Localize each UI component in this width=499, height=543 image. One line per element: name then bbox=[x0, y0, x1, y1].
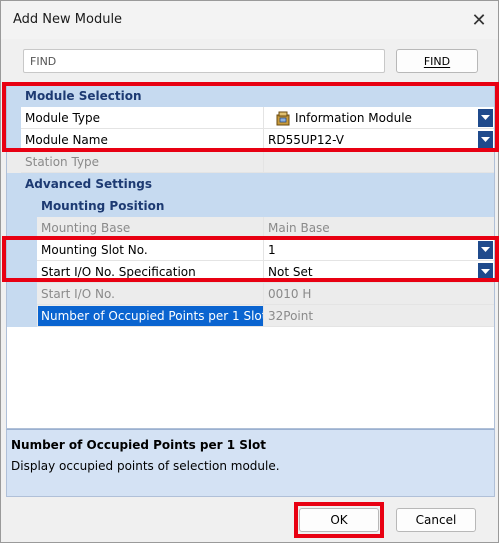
find-button[interactable]: FIND bbox=[396, 49, 478, 73]
property-value: RD55UP12-V bbox=[268, 133, 344, 147]
module-icon bbox=[276, 111, 290, 126]
category-label: Mounting Position bbox=[41, 199, 165, 213]
property-value: Main Base bbox=[268, 221, 330, 235]
property-value: Information Module bbox=[295, 111, 412, 125]
description-text: Display occupied points of selection mod… bbox=[11, 459, 280, 473]
row-station-type: Station Type bbox=[7, 151, 494, 173]
property-label: Start I/O No. Specification bbox=[41, 265, 196, 279]
close-icon[interactable]: ✕ bbox=[466, 7, 492, 33]
description-panel: Number of Occupied Points per 1 Slot Dis… bbox=[6, 429, 495, 497]
title-bar: Add New Module ✕ bbox=[1, 1, 498, 39]
property-label: Mounting Base bbox=[41, 221, 131, 235]
chevron-down-icon[interactable] bbox=[478, 263, 493, 281]
row-module-name[interactable]: Module Name RD55UP12-V bbox=[7, 129, 494, 151]
indent-margin bbox=[7, 261, 37, 283]
row-module-type[interactable]: Module Type Information Module bbox=[7, 107, 494, 129]
ok-button[interactable]: OK bbox=[299, 508, 379, 532]
indent-margin bbox=[7, 239, 37, 261]
category-label: Module Selection bbox=[25, 89, 142, 103]
category-module-selection[interactable]: Module Selection bbox=[7, 85, 494, 107]
indent-margin bbox=[7, 151, 21, 173]
description-title: Number of Occupied Points per 1 Slot bbox=[11, 438, 266, 452]
property-value: 1 bbox=[268, 243, 276, 257]
row-mounting-slot[interactable]: Mounting Slot No. 1 bbox=[7, 239, 494, 261]
property-value: 0010 H bbox=[268, 287, 312, 301]
property-grid: Module Selection Module Type Information… bbox=[6, 84, 495, 429]
property-label: Station Type bbox=[25, 155, 100, 169]
indent-margin bbox=[7, 217, 37, 239]
indent-margin bbox=[7, 283, 37, 305]
row-occupied-points[interactable]: Number of Occupied Points per 1 Slot 32P… bbox=[7, 305, 494, 327]
indent-margin bbox=[7, 305, 37, 327]
value-background bbox=[263, 239, 494, 261]
chevron-down-icon[interactable] bbox=[478, 131, 493, 149]
category-mounting-position[interactable]: Mounting Position bbox=[7, 195, 494, 217]
category-label: Advanced Settings bbox=[25, 177, 153, 191]
property-label-selected: Number of Occupied Points per 1 Slot bbox=[38, 306, 263, 326]
property-value: Not Set bbox=[268, 265, 313, 279]
chevron-down-icon[interactable] bbox=[478, 109, 493, 127]
indent-margin bbox=[7, 129, 21, 151]
cancel-button[interactable]: Cancel bbox=[396, 508, 476, 532]
indent-margin bbox=[7, 107, 21, 129]
property-label: Module Type bbox=[25, 111, 101, 125]
chevron-down-icon[interactable] bbox=[478, 241, 493, 259]
row-start-io-spec[interactable]: Start I/O No. Specification Not Set bbox=[7, 261, 494, 283]
find-input[interactable] bbox=[23, 49, 385, 73]
property-label: Start I/O No. bbox=[41, 287, 115, 301]
row-start-io: Start I/O No. 0010 H bbox=[7, 283, 494, 305]
property-label: Module Name bbox=[25, 133, 108, 147]
category-advanced-settings[interactable]: Advanced Settings bbox=[7, 173, 494, 195]
property-label: Mounting Slot No. bbox=[41, 243, 148, 257]
dialog-title: Add New Module bbox=[13, 12, 123, 27]
row-mounting-base: Mounting Base Main Base bbox=[7, 217, 494, 239]
add-new-module-dialog: Add New Module ✕ FIND Module Selection M… bbox=[0, 0, 499, 543]
property-value: 32Point bbox=[268, 309, 314, 323]
value-background bbox=[263, 151, 494, 173]
